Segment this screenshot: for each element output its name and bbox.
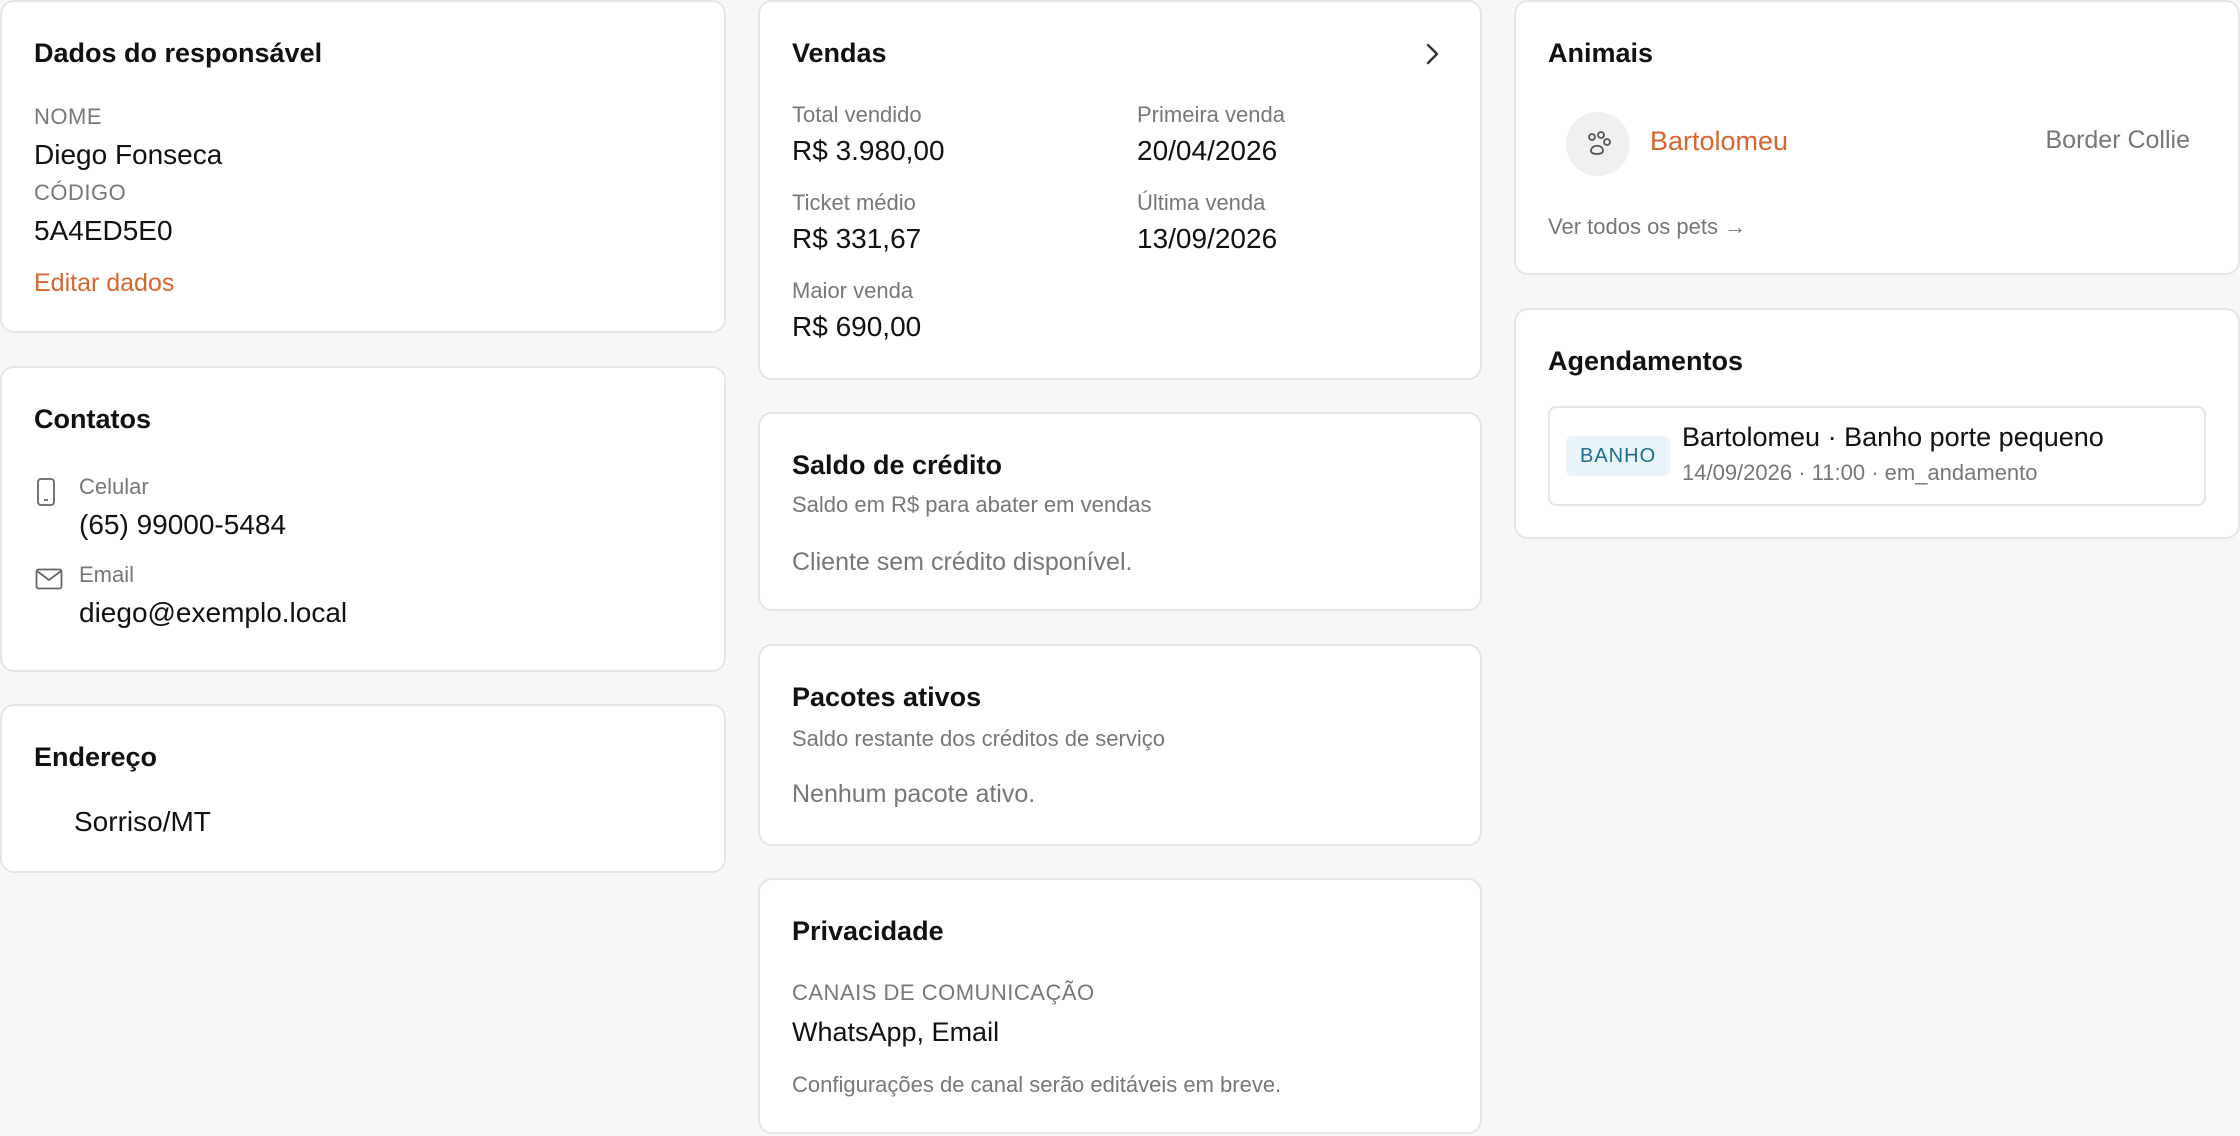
responsavel-title: Dados do responsável	[34, 38, 323, 68]
canais-value: WhatsApp, Email	[792, 1017, 1000, 1047]
celular-label: Celular	[79, 474, 149, 499]
agendamentos-title: Agendamentos	[1548, 346, 1744, 376]
email-value: diego@exemplo.local	[79, 597, 348, 628]
total-vendido-value: R$ 3.980,00	[792, 135, 945, 166]
codigo-label: CÓDIGO	[34, 180, 127, 205]
endereco-value: Sorriso/MT	[74, 806, 211, 837]
credito-empty: Cliente sem crédito disponível.	[792, 548, 1133, 576]
endereco-card: Endereço Sorriso/MT	[0, 704, 726, 873]
primeira-venda-value: 20/04/2026	[1137, 135, 1278, 166]
agendamentos-card: Agendamentos BANHO Bartolomeu · Banho po…	[1514, 308, 2240, 539]
appointment-item[interactable]: BANHO Bartolomeu · Banho porte pequeno 1…	[1548, 406, 2206, 506]
total-vendido-label: Total vendido	[792, 102, 922, 127]
credito-title: Saldo de crédito	[792, 450, 1003, 480]
pet-breed: Border Collie	[2045, 126, 2190, 154]
ultima-venda-value: 13/09/2026	[1137, 223, 1278, 254]
appointment-badge: BANHO	[1566, 436, 1671, 476]
pet-name-link[interactable]: Bartolomeu	[1650, 126, 1788, 157]
maior-venda-value: R$ 690,00	[792, 311, 922, 342]
pacotes-title: Pacotes ativos	[792, 682, 982, 712]
animais-title: Animais	[1548, 38, 1654, 68]
phone-icon	[36, 478, 56, 511]
primeira-venda-label: Primeira venda	[1137, 102, 1285, 127]
responsavel-card: Dados do responsável NOME Diego Fonseca …	[0, 0, 726, 333]
edit-data-link[interactable]: Editar dados	[34, 269, 174, 298]
appointment-title: Bartolomeu · Banho porte pequeno	[1682, 422, 2104, 452]
celular-value: (65) 99000-5484	[79, 509, 287, 540]
contatos-card: Contatos Celular (65) 99000-5484 Email d…	[0, 366, 726, 672]
credito-subtitle: Saldo em R$ para abater em vendas	[792, 492, 1152, 517]
mail-icon	[35, 568, 63, 595]
appointment-meta: 14/09/2026 · 11:00 · em_andamento	[1682, 460, 2038, 485]
canais-label: CANAIS DE COMUNICAÇÃO	[792, 980, 1095, 1005]
vendas-card: Vendas Total vendido R$ 3.980,00 Primeir…	[758, 0, 1482, 380]
ticket-medio-value: R$ 331,67	[792, 223, 922, 254]
pacotes-card: Pacotes ativos Saldo restante dos crédit…	[758, 644, 1482, 846]
chevron-right-icon[interactable]	[1420, 40, 1444, 73]
paw-icon	[1566, 112, 1630, 176]
pacotes-subtitle: Saldo restante dos créditos de serviço	[792, 726, 1165, 751]
codigo-value: 5A4ED5E0	[34, 215, 173, 246]
ver-todos-pets-link[interactable]: Ver todos os pets →	[1548, 214, 1746, 240]
email-label: Email	[79, 562, 135, 587]
vendas-title: Vendas	[792, 38, 887, 68]
privacidade-note: Configurações de canal serão editáveis e…	[792, 1072, 1282, 1097]
ultima-venda-label: Última venda	[1137, 190, 1266, 215]
nome-value: Diego Fonseca	[34, 139, 223, 170]
privacidade-title: Privacidade	[792, 916, 944, 946]
nome-label: NOME	[34, 104, 102, 129]
endereco-title: Endereço	[34, 742, 158, 772]
contatos-title: Contatos	[34, 404, 151, 434]
pacotes-empty: Nenhum pacote ativo.	[792, 780, 1036, 808]
privacidade-card: Privacidade CANAIS DE COMUNICAÇÃO WhatsA…	[758, 878, 1482, 1134]
animais-card: Animais Bartolomeu Border Collie Ver tod…	[1514, 0, 2240, 275]
credito-card: Saldo de crédito Saldo em R$ para abater…	[758, 412, 1482, 611]
maior-venda-label: Maior venda	[792, 278, 914, 303]
ticket-medio-label: Ticket médio	[792, 190, 916, 215]
